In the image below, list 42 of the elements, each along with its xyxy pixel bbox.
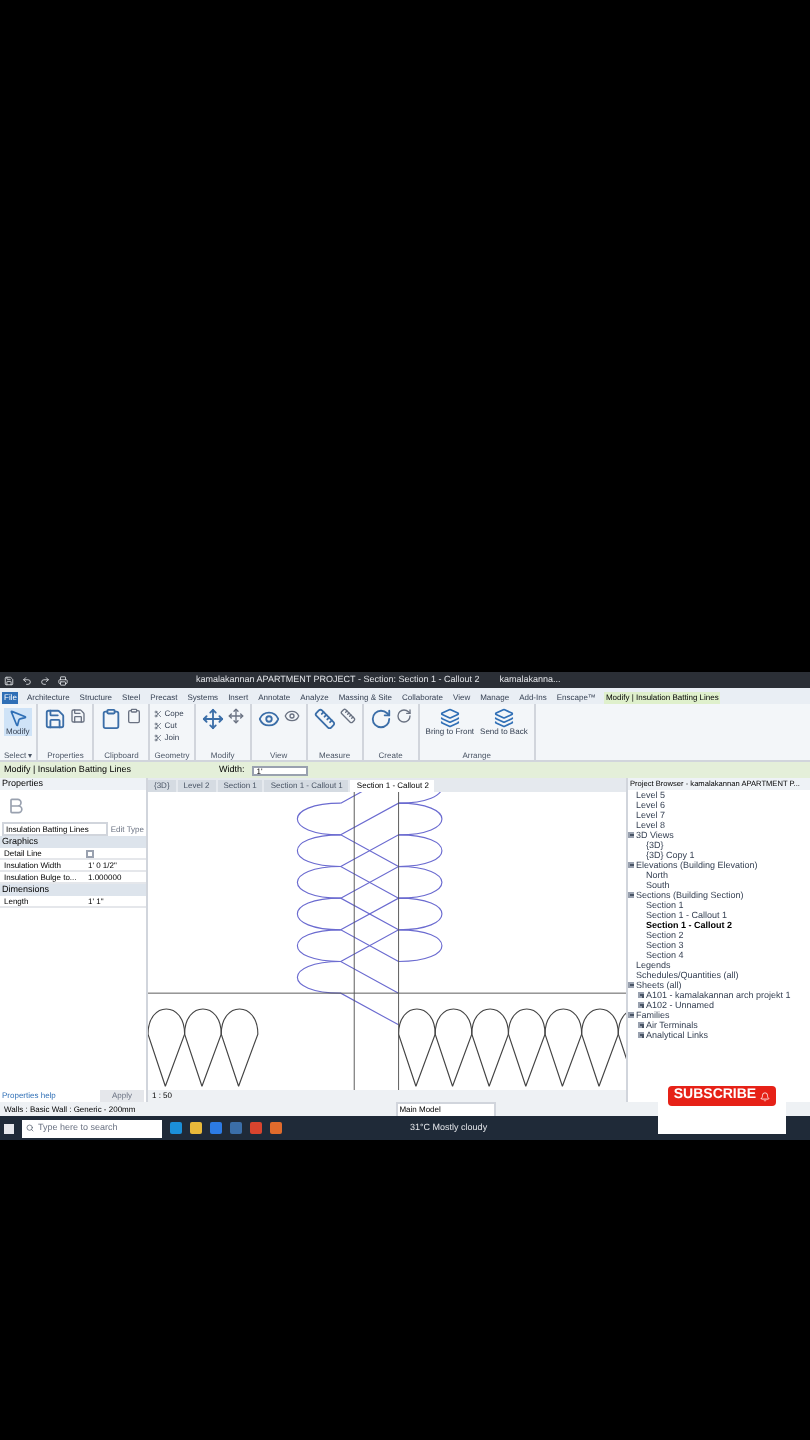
tool-button[interactable] [311, 708, 358, 730]
search-icon [26, 1124, 34, 1132]
collapse-toggle[interactable] [628, 832, 634, 838]
expand-toggle[interactable] [638, 1002, 644, 1008]
tool-button[interactable] [255, 708, 302, 730]
tool-icon [227, 708, 244, 724]
redo-icon[interactable] [40, 675, 50, 685]
undo-icon[interactable] [22, 675, 32, 685]
tool-icon [70, 708, 87, 724]
tool-icon [44, 708, 67, 730]
expand-toggle[interactable] [638, 1022, 644, 1028]
expand-toggle[interactable] [638, 1032, 644, 1038]
collapse-toggle[interactable] [628, 862, 634, 868]
scissors-icon [154, 733, 163, 741]
tool-icon [126, 708, 143, 724]
tool-button[interactable] [199, 708, 246, 730]
tool-icon [395, 708, 412, 724]
tool-button[interactable] [42, 708, 89, 730]
tool-icon [313, 708, 336, 730]
checkbox[interactable] [86, 850, 94, 858]
scissors-icon [154, 709, 163, 717]
tool-icon [369, 708, 392, 730]
collapse-toggle[interactable] [628, 892, 634, 898]
tool-icon [439, 708, 460, 728]
print-icon[interactable] [58, 675, 68, 685]
start-icon[interactable] [4, 1123, 14, 1133]
tool-button[interactable] [98, 708, 145, 730]
scissors-icon [154, 721, 163, 729]
tool-icon [493, 708, 514, 728]
collapse-toggle[interactable] [628, 982, 634, 988]
save-icon[interactable] [4, 675, 14, 685]
expand-toggle[interactable] [638, 992, 644, 998]
tool-icon [100, 708, 123, 730]
tool-icon [7, 708, 28, 728]
collapse-toggle[interactable] [628, 1012, 634, 1018]
tool-icon [257, 708, 280, 730]
tool-icon [339, 708, 356, 724]
tool-icon [201, 708, 224, 730]
tool-icon [283, 708, 300, 724]
bell-icon [760, 1091, 771, 1101]
letter-icon [6, 794, 26, 818]
tool-button[interactable] [367, 708, 414, 730]
